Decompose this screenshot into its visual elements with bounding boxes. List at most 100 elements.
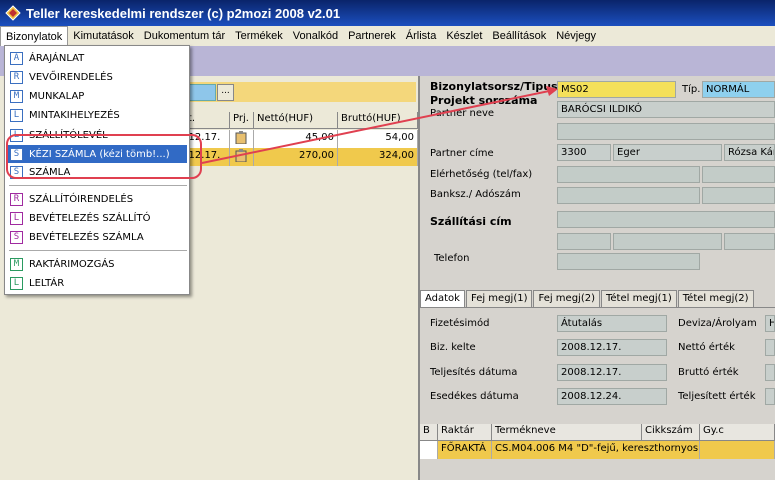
- serial-field[interactable]: MS02: [557, 81, 676, 98]
- currency-field[interactable]: H: [765, 315, 775, 332]
- type-field[interactable]: NORMÁL: [702, 81, 775, 98]
- completed-value-field[interactable]: [765, 388, 775, 405]
- street-field[interactable]: Rózsa Kár: [724, 144, 775, 161]
- menu-dokumentum-tar[interactable]: Dukomentum tár: [139, 26, 230, 46]
- detail-tabs: Adatok Fej megj(1) Fej megj(2) Tétel meg…: [420, 290, 775, 308]
- col-net[interactable]: Nettó(HUF): [254, 112, 338, 128]
- menu-item-label: LELTÁR: [29, 277, 65, 289]
- project-label: Projekt sorszáma: [430, 94, 538, 107]
- col-warehouse[interactable]: Raktár: [438, 424, 492, 440]
- net-value-field[interactable]: [765, 339, 775, 356]
- tab-fej-megj-1[interactable]: Fej megj(1): [465, 290, 533, 307]
- payment-field[interactable]: Átutalás: [557, 315, 667, 332]
- currency-label: Deviza/Árolyam: [678, 318, 757, 329]
- title-bar: Teller kereskedelmi rendszer (c) p2mozi …: [0, 0, 775, 26]
- menu-item-mintakihelyezes[interactable]: L MINTAKIHELYEZÉS: [7, 106, 187, 124]
- menu-beallitasok[interactable]: Beállítások: [487, 26, 551, 46]
- tab-fej-megj-2[interactable]: Fej megj(2): [533, 290, 600, 307]
- shipping-street-field[interactable]: [724, 233, 775, 250]
- telefon-label: Telefon: [434, 253, 470, 264]
- menu-item-arajanlat[interactable]: A ÁRAJÁNLAT: [7, 49, 187, 67]
- serial-label: Bizonylatsorsz/Tipusa: [430, 80, 566, 93]
- document-type-icon: M: [10, 89, 23, 103]
- phone-label: Elérhetőség (tel/fax): [430, 169, 533, 180]
- city-field[interactable]: Eger: [613, 144, 722, 161]
- fax-field[interactable]: [702, 166, 775, 183]
- row-product-name: CS.M04.006 M4 "D"-fejű, kereszthornyos: [492, 441, 700, 459]
- menu-item-label: VEVŐIRENDELÉS: [29, 71, 113, 83]
- row-gross: 324,00: [338, 148, 418, 166]
- document-type-icon: L: [10, 108, 23, 122]
- document-type-icon: L: [10, 276, 23, 290]
- menu-termekek[interactable]: Termékek: [230, 26, 288, 46]
- zip-field[interactable]: 3300: [557, 144, 611, 161]
- document-type-icon: L: [10, 211, 23, 225]
- menu-item-label: BEVÉTELEZÉS SZÁLLÍTÓ: [29, 212, 151, 224]
- tab-adatok[interactable]: Adatok: [420, 290, 465, 307]
- document-type-icon: M: [10, 257, 23, 271]
- menu-item-label: BEVÉTELEZÉS SZÁMLA: [29, 231, 144, 243]
- row-b: [420, 441, 438, 459]
- menu-bizonylatok[interactable]: Bizonylatok: [0, 26, 69, 46]
- tab-tetel-megj-2[interactable]: Tétel megj(2): [677, 290, 754, 307]
- menu-arlista[interactable]: Árlista: [401, 26, 442, 46]
- menu-item-bevetelezes-szamla[interactable]: S BEVÉTELEZÉS SZÁMLA: [7, 228, 187, 246]
- net-value-label: Nettó érték: [678, 342, 735, 353]
- menu-item-leltar[interactable]: L LELTÁR: [7, 274, 187, 292]
- clipboard-icon: [230, 148, 254, 166]
- menu-kimutatasok[interactable]: Kimutatások: [68, 26, 139, 46]
- menu-item-vevoirendeles[interactable]: R VEVŐIRENDELÉS: [7, 68, 187, 86]
- shipping-field[interactable]: [557, 211, 775, 228]
- app-icon: [5, 5, 21, 21]
- menu-item-label: SZÁLLÍTÓIRENDELÉS: [29, 193, 134, 205]
- menu-keszlet[interactable]: Készlet: [441, 26, 487, 46]
- due-date-field[interactable]: 2008.12.24.: [557, 388, 667, 405]
- shipping-city-field[interactable]: [613, 233, 722, 250]
- grid-header: elt. Prj. Nettó(HUF) Bruttó(HUF): [176, 112, 418, 129]
- annotation-highlight: [6, 134, 202, 179]
- performance-date-field[interactable]: 2008.12.17.: [557, 364, 667, 381]
- row-net: 45,00: [254, 130, 338, 148]
- menu-bar: Bizonylatok Kimutatások Dukomentum tár T…: [0, 26, 775, 46]
- menu-nevjegy[interactable]: Névjegy: [551, 26, 601, 46]
- phone-field[interactable]: [557, 166, 700, 183]
- col-gy[interactable]: Gy.c: [700, 424, 775, 440]
- table-row[interactable]: 8.12.17. 270,00 324,00: [176, 148, 418, 166]
- menu-item-szallitoirendeles[interactable]: R SZÁLLÍTÓIRENDELÉS: [7, 190, 187, 208]
- telefon-field[interactable]: [557, 253, 700, 270]
- type-label: Típ.: [682, 84, 701, 95]
- issue-date-field[interactable]: 2008.12.17.: [557, 339, 667, 356]
- partner-name-field[interactable]: BARÓCSI ILDIKÓ: [557, 101, 775, 118]
- menu-item-label: MINTAKIHELYEZÉS: [29, 109, 120, 121]
- bank-label: Banksz./ Adószám: [430, 189, 521, 200]
- window-title: Teller kereskedelmi rendszer (c) p2mozi …: [26, 5, 341, 21]
- col-article-no[interactable]: Cikkszám: [642, 424, 700, 440]
- browse-button[interactable]: ...: [217, 84, 234, 101]
- row-warehouse: FŐRAKTÁ: [438, 441, 492, 459]
- bank-field[interactable]: [557, 187, 700, 204]
- menu-separator: [9, 250, 187, 251]
- partner-name-2-field[interactable]: [557, 123, 775, 140]
- table-row[interactable]: FŐRAKTÁ CS.M04.006 M4 "D"-fejű, kereszth…: [420, 441, 775, 459]
- due-date-label: Esedékes dátuma: [430, 391, 519, 402]
- tab-tetel-megj-1[interactable]: Tétel megj(1): [600, 290, 677, 307]
- menu-item-bevetelezes-szallito[interactable]: L BEVÉTELEZÉS SZÁLLÍTÓ: [7, 209, 187, 227]
- col-gross[interactable]: Bruttó(HUF): [338, 112, 418, 128]
- document-type-icon: R: [10, 192, 23, 206]
- col-project[interactable]: Prj.: [230, 112, 254, 128]
- menu-partnerek[interactable]: Partnerek: [343, 26, 401, 46]
- menu-separator: [9, 185, 187, 186]
- table-row[interactable]: 8.12.17. 45,00 54,00: [176, 130, 418, 148]
- gross-value-field[interactable]: [765, 364, 775, 381]
- col-product-name[interactable]: Termékneve: [492, 424, 642, 440]
- items-grid-header: B Raktár Termékneve Cikkszám Gy.c: [420, 424, 775, 441]
- menu-item-raktarimozgas[interactable]: M RAKTÁRIMOZGÁS: [7, 255, 187, 273]
- clipboard-icon: [230, 130, 254, 148]
- col-b[interactable]: B: [420, 424, 438, 440]
- row-net: 270,00: [254, 148, 338, 166]
- shipping-zip-field[interactable]: [557, 233, 611, 250]
- menu-item-munkalap[interactable]: M MUNKALAP: [7, 87, 187, 105]
- document-type-icon: S: [10, 230, 23, 244]
- tax-field[interactable]: [702, 187, 775, 204]
- menu-vonalkod[interactable]: Vonalkód: [288, 26, 343, 46]
